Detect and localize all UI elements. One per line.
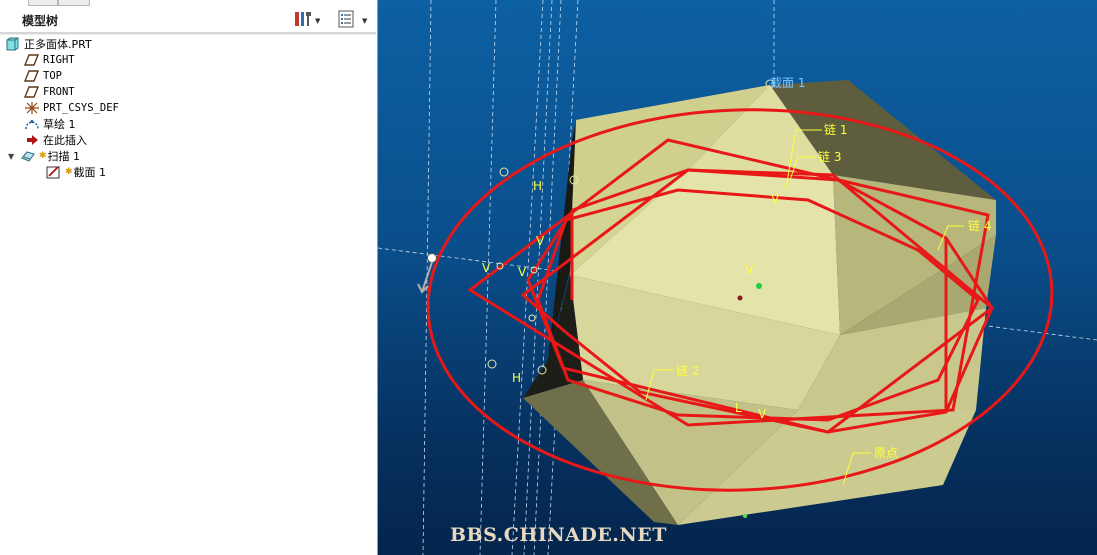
- tree-item-top[interactable]: TOP: [23, 68, 62, 84]
- h-top-label: H: [533, 179, 542, 193]
- chain3-label: 链 3: [818, 149, 841, 164]
- tree-item-part[interactable]: 正多面体.PRT: [5, 36, 92, 52]
- tree-settings-dropdown-icon[interactable]: ▼: [315, 17, 320, 25]
- tree-filter-dropdown-icon[interactable]: ▼: [362, 17, 367, 25]
- tree-item-csys[interactable]: PRT_CSYS_DEF: [24, 100, 119, 116]
- v-left-label-3: V: [536, 234, 545, 248]
- tree-item-insert-here[interactable]: 在此插入: [24, 132, 87, 148]
- sweep-feature-icon: [20, 149, 36, 163]
- tree-item-label: RIGHT: [43, 54, 75, 66]
- tree-item-label: 草绘 1: [43, 118, 76, 131]
- tree-item-label: PRT_CSYS_DEF: [43, 102, 119, 114]
- model-tree-header: 模型树 ▼ ▼: [0, 6, 376, 32]
- v-left-label-2: V: [518, 265, 527, 279]
- datum-plane-icon: [23, 69, 40, 83]
- l-lower-label: L: [735, 401, 742, 415]
- start-point-marker[interactable]: [427, 253, 437, 263]
- graphics-viewport[interactable]: 截面 1 链 1 链 3 链 4 链 2 原点 H H V V V V V V …: [378, 0, 1097, 555]
- chain2-label: 链 2: [676, 363, 699, 378]
- tree-item-right[interactable]: RIGHT: [23, 52, 75, 68]
- watermark-text: BBS.CHINADE.NET: [450, 524, 667, 546]
- section-icon: [46, 165, 62, 179]
- tree-item-front[interactable]: FRONT: [23, 84, 75, 100]
- regen-star-icon: ✱: [65, 167, 73, 177]
- tree-item-sketch[interactable]: 草绘 1: [24, 116, 76, 132]
- datum-plane-icon: [23, 53, 40, 67]
- panel-title: 模型树: [22, 14, 59, 28]
- tree-item-label: 在此插入: [43, 134, 87, 147]
- section-label: 截面 1: [770, 76, 805, 90]
- h-bottom-label: H: [512, 371, 521, 385]
- sketch-icon: [24, 117, 40, 131]
- origin-label: 原点: [874, 446, 898, 460]
- v-top-label: V: [771, 192, 780, 206]
- datum-plane-icon: [23, 85, 40, 99]
- v-main-label: V: [745, 263, 754, 277]
- ref-point: [528, 314, 536, 322]
- tree-settings-icon[interactable]: [294, 10, 312, 28]
- regen-star-icon: ✱: [39, 151, 47, 161]
- origin-point-marker: [756, 283, 762, 289]
- insert-here-arrow-icon: [24, 133, 40, 147]
- tree-item-label: FRONT: [43, 86, 75, 98]
- tree-item-sweep[interactable]: ▼ ✱ 扫描 1: [8, 148, 80, 164]
- polyhedron-solid[interactable]: [523, 80, 996, 525]
- model-tree-panel: 模型树 ▼ ▼ 正多面体.PRT RIGHT TOP FRONT PRT_CSY…: [0, 0, 378, 555]
- tree-item-label: 截面 1: [73, 166, 107, 179]
- ref-point-marker: [743, 514, 747, 518]
- chain1-label: 链 1: [824, 122, 847, 137]
- chain4-label: 链 4: [968, 218, 991, 233]
- csys-marker: [737, 295, 743, 301]
- tree-item-section[interactable]: ✱ 截面 1: [46, 164, 106, 180]
- collapse-triangle-icon[interactable]: ▼: [8, 152, 20, 161]
- tree-item-label: TOP: [43, 70, 62, 82]
- tree-filter-icon[interactable]: [337, 10, 355, 28]
- header-divider: [0, 32, 376, 35]
- v-lower-label: V: [758, 407, 767, 421]
- ref-point: [499, 167, 509, 177]
- v-left-label-1: V: [482, 261, 491, 275]
- part-icon: [5, 37, 21, 51]
- csys-icon: [24, 101, 40, 115]
- tree-item-label: 正多面体.PRT: [24, 38, 92, 51]
- tree-item-label: 扫描 1: [47, 150, 81, 163]
- model-graphics: 截面 1 链 1 链 3 链 4 链 2 原点 H H V V V V V V …: [378, 0, 1097, 555]
- ref-point: [487, 359, 497, 369]
